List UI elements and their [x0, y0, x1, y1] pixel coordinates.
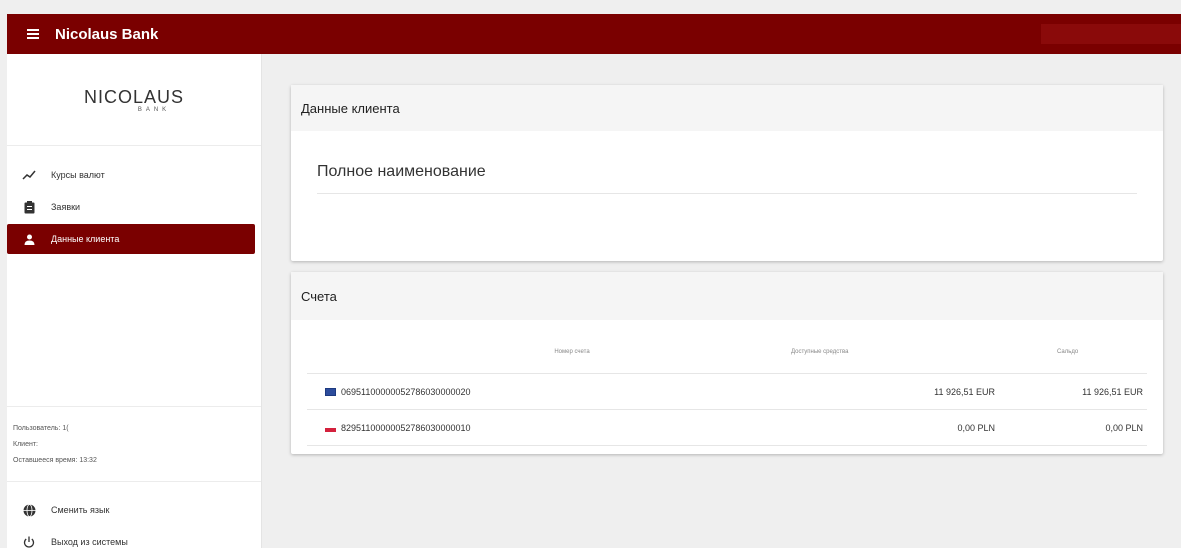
available-funds: 11 926,51 EUR — [934, 386, 995, 397]
app-title: Nicolaus Bank — [55, 25, 159, 43]
power-icon — [21, 534, 37, 548]
sidebar-nav: Курсы валют Заявки Данные клиента — [7, 160, 261, 254]
sidebar-item-label: Данные клиента — [51, 234, 120, 244]
session-info: Пользователь: 1( Клиент: Оставшееся врем… — [7, 406, 261, 482]
header-user-area[interactable] — [1041, 24, 1181, 44]
sidebar-item-exchange-rates[interactable]: Курсы валют — [7, 160, 261, 190]
globe-icon — [21, 502, 37, 518]
sidebar: NICOLAUS BANK Курсы валют Заявки Данные … — [7, 54, 262, 548]
sidebar-item-label: Заявки — [51, 202, 81, 212]
accounts-card-title: Счета — [291, 272, 1163, 320]
sidebar-item-label: Курсы валют — [51, 170, 105, 180]
account-number-cell: 82951100000052786030000010 — [307, 423, 777, 433]
logout-button[interactable]: Выход из системы — [7, 526, 261, 548]
logo-sub-text: BANK — [137, 106, 171, 113]
account-number: 06951100000052786030000020 — [341, 386, 471, 397]
account-number-cell: 06951100000052786030000020 — [307, 387, 777, 397]
account-balance: 11 926,51 EUR — [1082, 386, 1143, 397]
logout-label: Выход из системы — [51, 537, 128, 547]
trending-up-icon — [21, 167, 37, 183]
table-header-row: Номер счета Доступные средства Сальдо — [307, 330, 1147, 374]
column-header-number: Номер счета — [554, 348, 590, 355]
column-header-available: Доступные средства — [791, 348, 849, 355]
client-label: Клиент: — [13, 441, 38, 448]
account-number: 82951100000052786030000010 — [341, 422, 471, 433]
sidebar-item-requests[interactable]: Заявки — [7, 192, 261, 222]
client-data-card: Данные клиента Полное наименование — [291, 85, 1163, 261]
sidebar-bottom-nav: Сменить язык Выход из системы — [7, 494, 261, 548]
time-left-label: Оставшееся время: 13:32 — [13, 457, 97, 464]
app-header: Nicolaus Bank — [7, 14, 1181, 54]
column-header-balance: Сальдо — [1057, 348, 1079, 355]
table-row[interactable]: 06951100000052786030000020 11 926,51 EUR… — [307, 374, 1147, 410]
full-name-label: Полное наименование — [317, 163, 1137, 194]
table-row[interactable]: 82951100000052786030000010 0,00 PLN 0,00… — [307, 410, 1147, 446]
account-balance: 0,00 PLN — [1105, 422, 1143, 433]
client-card-title: Данные клиента — [291, 85, 1163, 131]
user-label: Пользователь: 1( — [13, 425, 69, 432]
pl-flag-icon — [325, 423, 336, 432]
accounts-table: Номер счета Доступные средства Сальдо 06… — [307, 330, 1147, 446]
change-language-button[interactable]: Сменить язык — [7, 494, 261, 526]
menu-icon[interactable] — [13, 14, 53, 54]
available-funds: 0,00 PLN — [957, 422, 995, 433]
logo-main-text: NICOLAUS — [83, 86, 185, 107]
change-language-label: Сменить язык — [51, 505, 110, 515]
clipboard-icon — [21, 199, 37, 215]
accounts-card: Счета Номер счета Доступные средства Сал… — [291, 272, 1163, 454]
sidebar-item-client-data[interactable]: Данные клиента — [7, 224, 255, 254]
person-icon — [21, 231, 37, 247]
bank-logo: NICOLAUS BANK — [7, 54, 261, 146]
eu-flag-icon — [325, 387, 336, 396]
